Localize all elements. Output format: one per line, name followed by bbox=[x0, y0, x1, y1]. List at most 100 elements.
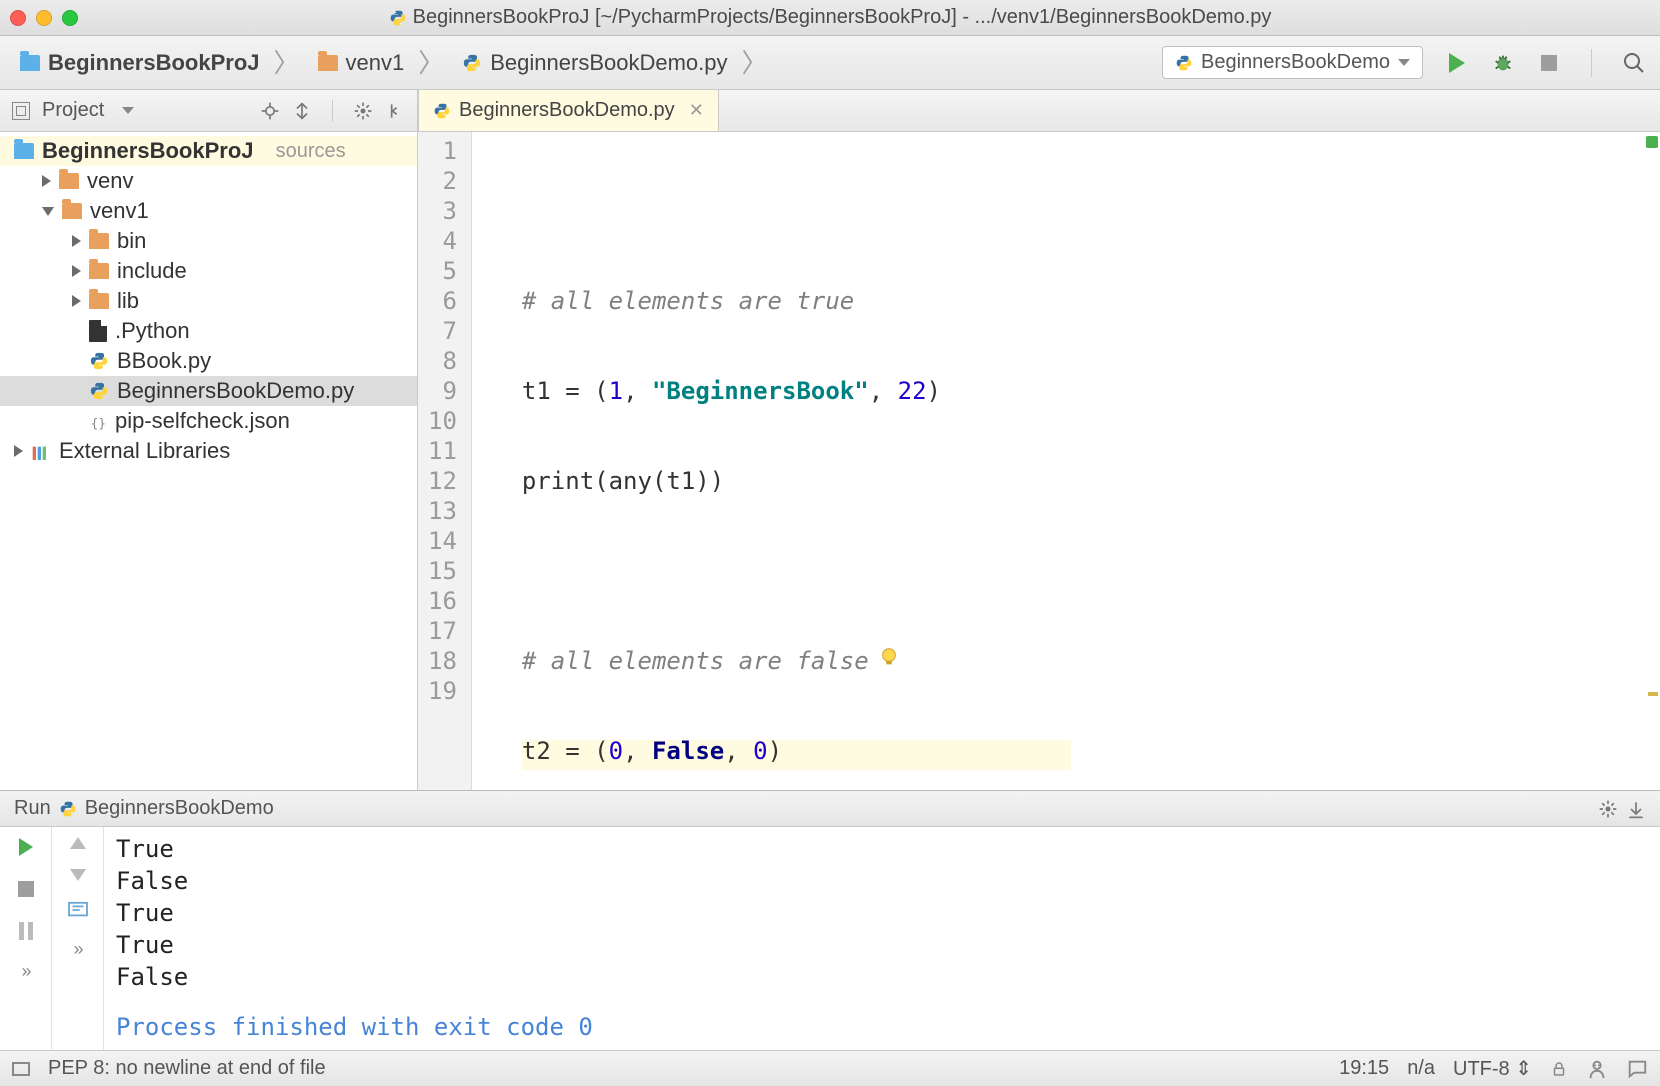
chevron-down-icon[interactable] bbox=[122, 107, 134, 114]
tree-node[interactable]: venv bbox=[0, 166, 417, 196]
tree-node-label: lib bbox=[117, 288, 139, 314]
code-line: t2 = (0, False, 0) bbox=[522, 736, 1071, 766]
breadcrumb-root-label: BeginnersBookProJ bbox=[48, 50, 260, 76]
editor-tab-label: BeginnersBookDemo.py bbox=[459, 99, 675, 122]
folder-icon bbox=[89, 263, 109, 279]
search-icon bbox=[1622, 50, 1646, 76]
folder-icon bbox=[318, 55, 338, 71]
project-header-label[interactable]: Project bbox=[42, 99, 104, 122]
project-root-node[interactable]: BeginnersBookProJ sources bbox=[0, 136, 417, 166]
console-output[interactable]: TrueFalseTrueTrueFalse Process finished … bbox=[104, 827, 1660, 1050]
breadcrumb: BeginnersBookProJ 〉 venv1 〉 BeginnersBoo… bbox=[14, 50, 1162, 76]
window-title: BeginnersBookProJ [~/PycharmProjects/Beg… bbox=[413, 6, 1272, 29]
folder-icon bbox=[20, 55, 40, 71]
chevron-down-icon bbox=[1398, 59, 1410, 66]
hide-icon[interactable] bbox=[385, 101, 405, 121]
console-line: True bbox=[116, 897, 1648, 929]
tree-node[interactable]: .Python bbox=[0, 316, 417, 346]
pause-icon bbox=[19, 922, 33, 940]
tree-node-label: venv bbox=[87, 168, 133, 194]
tree-node-label: BeginnersBookDemo.py bbox=[117, 378, 354, 404]
title-bar: BeginnersBookProJ [~/PycharmProjects/Beg… bbox=[0, 0, 1660, 36]
rerun-button[interactable] bbox=[14, 835, 38, 859]
code-content[interactable]: # all elements are true t1 = (1, "Beginn… bbox=[472, 132, 1071, 790]
python-file-icon bbox=[1175, 54, 1193, 72]
stop-icon bbox=[1541, 55, 1557, 71]
line-gutter: 12345678910111213141516171819 bbox=[418, 132, 472, 790]
exit-message: Process finished with exit code 0 bbox=[116, 1011, 1648, 1043]
expand-icon[interactable] bbox=[42, 175, 51, 187]
run-title[interactable]: Run bbox=[14, 797, 51, 820]
tool-windows-icon[interactable] bbox=[12, 1062, 30, 1076]
code-line: print(any(t1)) bbox=[522, 466, 1071, 496]
editor-tab[interactable]: BeginnersBookDemo.py ✕ bbox=[418, 89, 719, 131]
error-stripe[interactable] bbox=[1646, 132, 1660, 790]
collapse-icon[interactable] bbox=[42, 207, 54, 216]
breadcrumb-mid[interactable]: venv1 〉 bbox=[312, 50, 457, 76]
lock-icon[interactable] bbox=[1550, 1060, 1568, 1078]
code-line: t1 = (1, "BeginnersBook", 22) bbox=[522, 376, 1071, 406]
encoding-selector[interactable]: UTF-8 ⇕ bbox=[1453, 1056, 1532, 1081]
tree-node[interactable]: bin bbox=[0, 226, 417, 256]
soft-wrap-icon[interactable] bbox=[67, 901, 89, 919]
caret-position[interactable]: 19:15 bbox=[1339, 1057, 1389, 1080]
hector-icon[interactable] bbox=[1586, 1058, 1608, 1080]
close-tab-icon[interactable]: ✕ bbox=[683, 100, 704, 121]
expand-icon[interactable] bbox=[72, 235, 81, 247]
bug-icon bbox=[1492, 52, 1514, 74]
project-root-label: BeginnersBookProJ bbox=[42, 138, 254, 164]
search-button[interactable] bbox=[1622, 51, 1646, 75]
debug-button[interactable] bbox=[1491, 51, 1515, 75]
run-config-name: BeginnersBookDemo bbox=[85, 797, 274, 820]
more-icon[interactable]: » bbox=[73, 939, 81, 960]
hide-icon[interactable] bbox=[1626, 799, 1646, 819]
gear-icon[interactable] bbox=[353, 101, 373, 121]
close-window-icon[interactable] bbox=[10, 10, 26, 26]
play-icon bbox=[1449, 53, 1465, 73]
breadcrumb-file-label: BeginnersBookDemo.py bbox=[490, 50, 727, 76]
folder-icon bbox=[89, 233, 109, 249]
json-file-icon: {} bbox=[89, 412, 107, 430]
run-header: Run BeginnersBookDemo bbox=[0, 791, 1660, 827]
arrow-up-icon[interactable] bbox=[70, 837, 86, 849]
python-file-icon bbox=[89, 351, 109, 371]
editor-tabs: BeginnersBookDemo.py ✕ bbox=[418, 90, 1660, 132]
autoscroll-to-source-icon[interactable] bbox=[260, 101, 280, 121]
external-libraries-node[interactable]: External Libraries bbox=[0, 436, 417, 466]
project-icon bbox=[12, 102, 30, 120]
project-header: Project bbox=[0, 90, 417, 132]
tree-node[interactable]: venv1 bbox=[0, 196, 417, 226]
project-tree[interactable]: BeginnersBookProJ sources venvvenv1binin… bbox=[0, 132, 417, 790]
play-icon bbox=[19, 838, 33, 856]
intention-bulb-icon[interactable] bbox=[878, 646, 900, 668]
breadcrumb-root[interactable]: BeginnersBookProJ 〉 bbox=[14, 50, 312, 76]
tree-node[interactable]: {}pip-selfcheck.json bbox=[0, 406, 417, 436]
tree-node[interactable]: include bbox=[0, 256, 417, 286]
expand-icon[interactable] bbox=[72, 265, 81, 277]
expand-icon[interactable] bbox=[14, 445, 23, 457]
code-area[interactable]: 12345678910111213141516171819 # all elem… bbox=[418, 132, 1660, 790]
python-file-icon bbox=[433, 102, 451, 120]
run-toolbar-left: » bbox=[0, 827, 52, 1050]
tree-node[interactable]: BeginnersBookDemo.py bbox=[0, 376, 417, 406]
breadcrumb-mid-label: venv1 bbox=[346, 50, 405, 76]
warning-mark[interactable] bbox=[1648, 692, 1658, 696]
minimize-window-icon[interactable] bbox=[36, 10, 52, 26]
zoom-window-icon[interactable] bbox=[62, 10, 78, 26]
tree-node[interactable]: lib bbox=[0, 286, 417, 316]
autoscroll-from-source-icon[interactable] bbox=[292, 101, 312, 121]
run-button[interactable] bbox=[1445, 51, 1469, 75]
run-config-selector[interactable]: BeginnersBookDemo bbox=[1162, 46, 1423, 79]
breadcrumb-file[interactable]: BeginnersBookDemo.py 〉 bbox=[456, 50, 779, 76]
gear-icon[interactable] bbox=[1598, 799, 1618, 819]
tree-node[interactable]: BBook.py bbox=[0, 346, 417, 376]
more-icon[interactable]: » bbox=[21, 961, 29, 982]
python-file-icon bbox=[389, 9, 407, 27]
dropdown-icon: ⇕ bbox=[1515, 1058, 1532, 1080]
nav-bar: BeginnersBookProJ 〉 venv1 〉 BeginnersBoo… bbox=[0, 36, 1660, 90]
arrow-down-icon[interactable] bbox=[70, 869, 86, 881]
feedback-icon[interactable] bbox=[1626, 1058, 1648, 1080]
insert-mode[interactable]: n/a bbox=[1407, 1057, 1435, 1080]
tree-node-label: BBook.py bbox=[117, 348, 211, 374]
expand-icon[interactable] bbox=[72, 295, 81, 307]
